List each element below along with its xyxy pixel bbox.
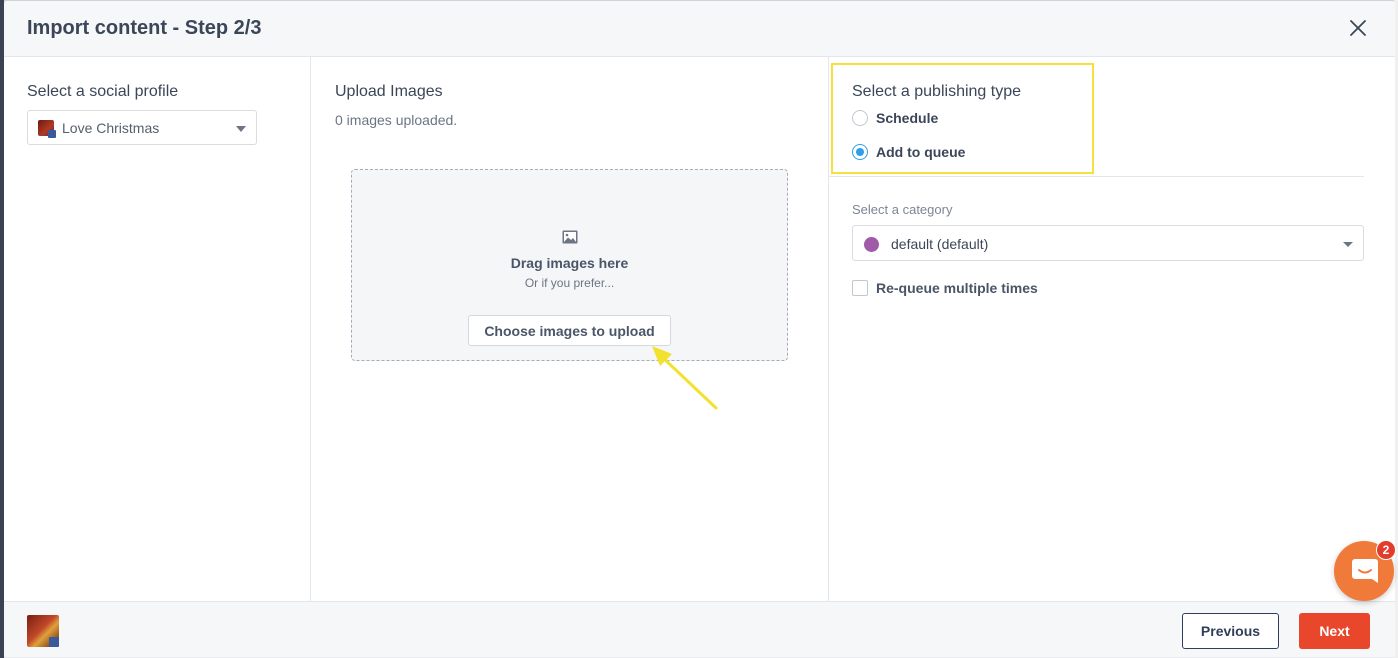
chevron-down-icon [236, 126, 246, 132]
facebook-icon [48, 129, 56, 138]
modal-body: Select a social profile Love Christmas U… [4, 57, 1395, 601]
requeue-label: Re-queue multiple times [876, 280, 1038, 296]
profile-avatar [38, 119, 56, 138]
social-profile-column: Select a social profile Love Christmas [4, 57, 311, 601]
chevron-down-icon [1343, 242, 1353, 247]
previous-button[interactable]: Previous [1182, 613, 1279, 649]
next-button[interactable]: Next [1299, 613, 1370, 649]
radio-label-schedule: Schedule [876, 110, 939, 126]
publishing-type-label: Select a publishing type [852, 83, 1021, 100]
profile-name: Love Christmas [62, 119, 160, 136]
radio-schedule[interactable]: Schedule [852, 110, 938, 126]
upload-images-label: Upload Images [335, 83, 443, 100]
modal-footer: Previous Next [4, 601, 1395, 657]
modal-title: Import content - Step 2/3 [27, 17, 262, 39]
requeue-checkbox[interactable] [852, 280, 868, 296]
radio-button-selected[interactable] [852, 144, 868, 160]
choose-images-button[interactable]: Choose images to upload [468, 315, 671, 346]
notification-badge: 2 [1376, 540, 1396, 560]
category-color-dot [864, 237, 879, 252]
close-icon[interactable] [1347, 17, 1369, 39]
facebook-icon [49, 637, 59, 647]
social-profile-label: Select a social profile [27, 83, 179, 100]
category-label: Select a category [852, 202, 953, 217]
radio-add-to-queue[interactable]: Add to queue [852, 144, 965, 160]
images-uploaded-count: 0 images uploaded. [335, 112, 458, 128]
profile-avatar [27, 615, 59, 647]
divider [829, 176, 1364, 177]
chat-icon [1352, 559, 1378, 583]
category-select[interactable]: default (default) [852, 225, 1364, 261]
modal-header: Import content - Step 2/3 [4, 1, 1395, 57]
upload-images-column: Upload Images 0 images uploaded. Drag im… [311, 57, 829, 601]
requeue-checkbox-row[interactable]: Re-queue multiple times [852, 280, 1038, 296]
image-dropzone[interactable]: Drag images here Or if you prefer... Cho… [351, 169, 788, 361]
social-profile-select[interactable]: Love Christmas [27, 110, 257, 145]
dropzone-subtitle: Or if you prefer... [524, 276, 615, 290]
radio-button[interactable] [852, 110, 868, 126]
radio-label-add-to-queue: Add to queue [876, 144, 966, 160]
publishing-column: Select a publishing type Schedule Add to… [829, 57, 1395, 601]
import-content-modal: Import content - Step 2/3 Select a socia… [4, 1, 1395, 657]
image-icon [562, 230, 578, 244]
category-value: default (default) [891, 236, 989, 252]
dropzone-title: Drag images here [510, 255, 629, 271]
